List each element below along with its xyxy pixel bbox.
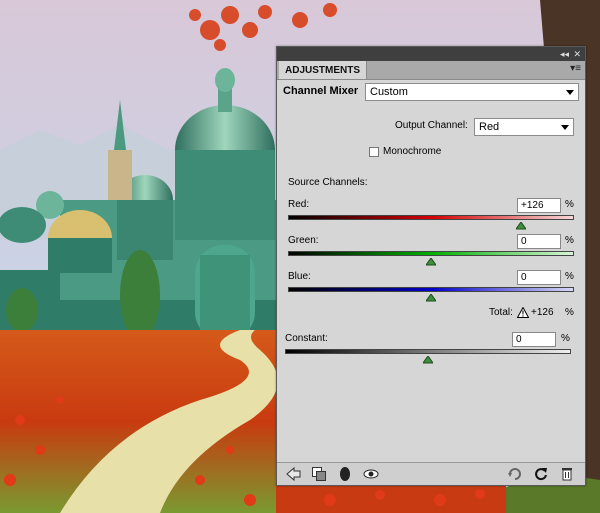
- constant-input[interactable]: 0: [512, 332, 556, 347]
- svg-text:!: !: [522, 310, 525, 319]
- double-chevron-icon[interactable]: ◂◂: [560, 48, 569, 60]
- monochrome-label: Monochrome: [383, 146, 442, 157]
- panel-bottom-toolbar: [277, 462, 585, 485]
- tab-adjustments[interactable]: ADJUSTMENTS: [279, 61, 368, 79]
- layer-mask-icon[interactable]: [337, 466, 353, 482]
- percent-label: %: [565, 307, 574, 318]
- clip-to-layer-icon[interactable]: [311, 466, 327, 482]
- adjustments-panel: ◂◂ ✕ ADJUSTMENTS ▾≡ Channel Mixer Custom…: [276, 46, 586, 486]
- back-arrow-icon[interactable]: [285, 466, 301, 482]
- green-channel-input[interactable]: 0: [517, 234, 561, 249]
- green-channel-label: Green:: [288, 235, 319, 246]
- visibility-eye-icon[interactable]: [363, 466, 379, 482]
- monochrome-checkbox[interactable]: [369, 147, 379, 157]
- preset-select[interactable]: Custom: [365, 83, 579, 101]
- red-channel-slider-track[interactable]: [288, 215, 574, 220]
- close-icon[interactable]: ✕: [573, 48, 581, 60]
- percent-label: %: [561, 333, 570, 344]
- reset-icon[interactable]: [533, 466, 549, 482]
- blue-channel-label: Blue:: [288, 271, 311, 282]
- panel-title-strip: ◂◂ ✕: [277, 47, 585, 61]
- red-channel-input[interactable]: +126: [517, 198, 561, 213]
- panel-menu-icon[interactable]: ▾≡: [570, 63, 581, 74]
- adjustment-title: Channel Mixer: [283, 85, 359, 97]
- blue-channel-input[interactable]: 0: [517, 270, 561, 285]
- red-channel-label: Red:: [288, 199, 310, 210]
- preset-value: Custom: [370, 86, 408, 98]
- trash-icon[interactable]: [559, 466, 575, 482]
- percent-label: %: [565, 235, 574, 246]
- panel-tab-bar: ADJUSTMENTS ▾≡: [277, 61, 585, 80]
- green-channel-slider-track[interactable]: [288, 251, 574, 256]
- constant-label: Constant:: [285, 333, 328, 344]
- chevron-down-icon: [566, 90, 574, 95]
- output-channel-label: Output Channel:: [395, 120, 468, 131]
- output-channel-value: Red: [479, 121, 500, 133]
- chevron-down-icon: [561, 125, 569, 130]
- warning-icon: !: [516, 305, 530, 323]
- total-value: +126: [531, 307, 554, 318]
- blue-channel-slider-track[interactable]: [288, 287, 574, 292]
- percent-label: %: [565, 199, 574, 210]
- refresh-icon[interactable]: [507, 466, 523, 482]
- constant-slider-track[interactable]: [285, 349, 571, 354]
- output-channel-select[interactable]: Red: [474, 118, 574, 136]
- source-channels-label: Source Channels:: [288, 177, 368, 188]
- percent-label: %: [565, 271, 574, 282]
- total-label: Total:: [489, 307, 513, 318]
